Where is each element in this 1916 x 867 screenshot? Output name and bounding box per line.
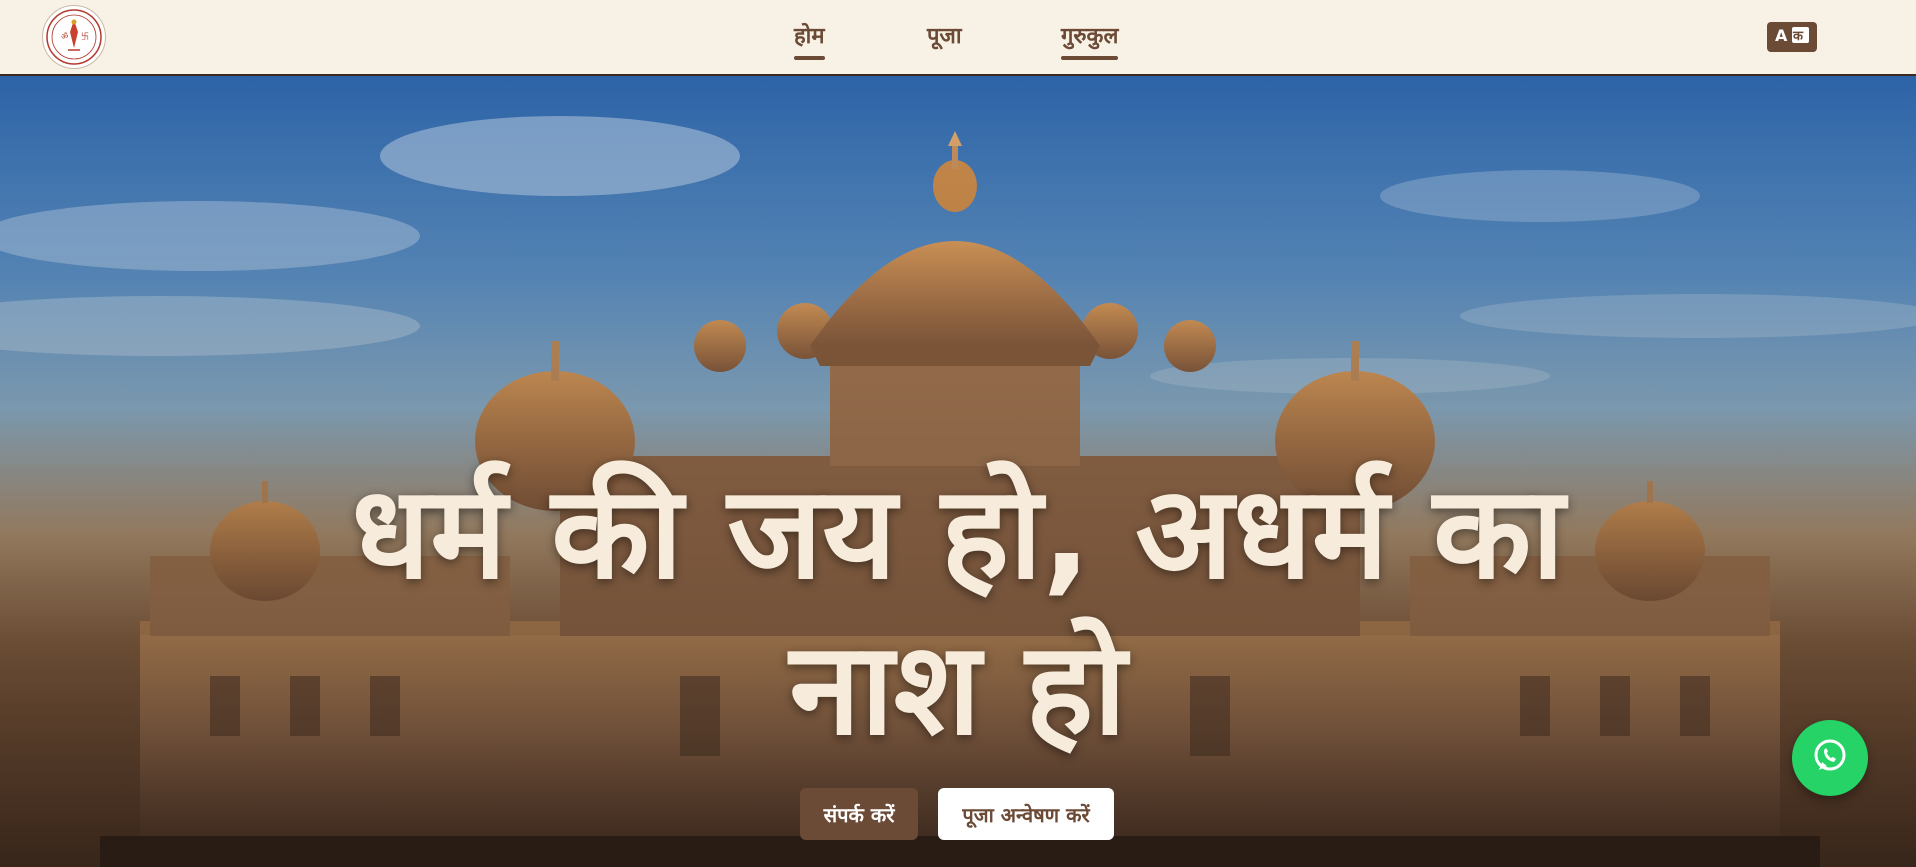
nav-item-puja[interactable]: पूजा — [927, 22, 962, 52]
hero-title: धर्म की जय हो, अधर्म का नाश हो — [351, 459, 1565, 764]
svg-text:क: क — [1792, 29, 1804, 44]
whatsapp-button[interactable] — [1792, 720, 1868, 796]
nav-item-gurukul[interactable]: गुरुकुल — [1061, 22, 1119, 60]
main-nav: होम पूजा गुरुकुल — [0, 0, 1916, 76]
hero-section: धर्म की जय हो, अधर्म का नाश हो — [0, 76, 1916, 867]
svg-text:A: A — [1775, 26, 1788, 45]
explore-puja-button[interactable]: पूजा अन्वेषण करें — [938, 788, 1114, 840]
translate-icon: A क — [1772, 24, 1812, 50]
language-toggle-button[interactable]: A क — [1767, 22, 1817, 52]
whatsapp-icon — [1810, 736, 1850, 780]
contact-button[interactable]: संपर्क करें — [800, 788, 918, 840]
nav-item-home[interactable]: होम — [794, 22, 825, 60]
site-header: ॐ 卐 होम पूजा गुरुकुल A क — [0, 0, 1916, 76]
